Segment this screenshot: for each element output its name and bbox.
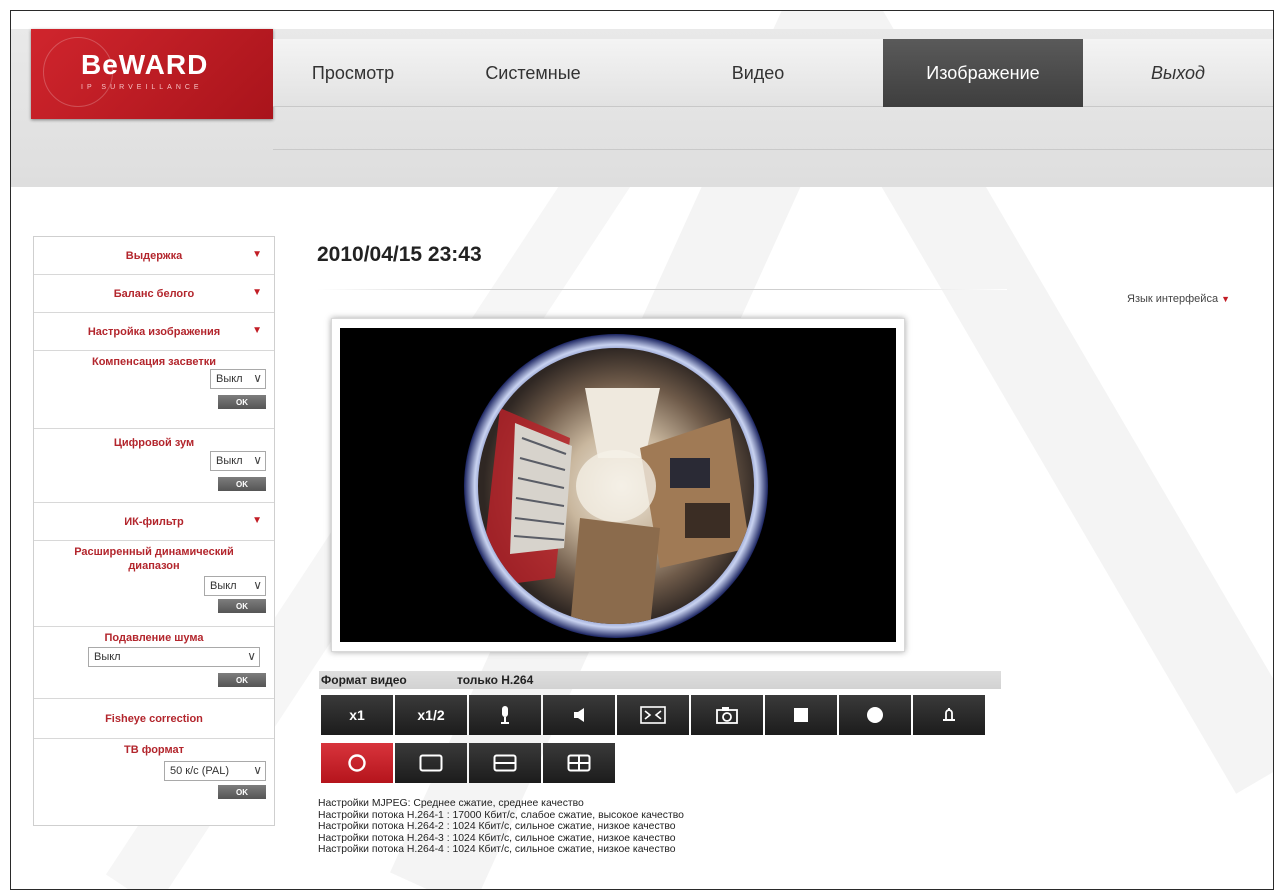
logo-subtitle: IP SURVEILLANCE	[81, 84, 203, 91]
brand-logo: BeWARD IP SURVEILLANCE	[31, 29, 273, 119]
h264-stream3-line: Настройки потока H.264-3 : 1024 Кбит/с, …	[318, 832, 676, 844]
tv-format-ok-button[interactable]: OK	[218, 785, 266, 799]
fit-screen-button[interactable]	[617, 695, 689, 735]
noise-title: Подавление шума	[104, 632, 204, 644]
wdr-value: Выкл	[210, 580, 237, 592]
backlight-block: Компенсация засветки Выкл ∨ OK	[34, 351, 274, 429]
collapse-arrow-icon: ▼	[252, 325, 262, 336]
stop-icon	[794, 708, 808, 722]
dual-view-icon	[493, 754, 517, 772]
exposure-label: Выдержка	[125, 249, 183, 262]
nav-view[interactable]: Просмотр	[273, 39, 433, 107]
stop-button[interactable]	[765, 695, 837, 735]
header-divider	[273, 149, 1273, 150]
nav-video[interactable]: Видео	[633, 39, 883, 107]
camera-datetime: 2010/04/15 23:43	[317, 243, 482, 266]
speaker-button[interactable]	[543, 695, 615, 735]
noise-select[interactable]: Выкл ∨	[88, 647, 260, 667]
logo-text: BeWARD	[81, 49, 209, 80]
backlight-select[interactable]: Выкл ∨	[210, 369, 266, 389]
single-view-button[interactable]	[395, 743, 467, 783]
alarm-bell-icon	[943, 708, 955, 721]
digital-zoom-select[interactable]: Выкл ∨	[210, 451, 266, 471]
expand-arrow-icon: ▼	[252, 515, 262, 526]
chevron-down-icon: ∨	[253, 578, 262, 592]
video-format-label: Формат видео	[321, 673, 407, 687]
nav-logout[interactable]: Выход	[1083, 39, 1273, 107]
white-balance-label: Баланс белого	[113, 287, 195, 300]
chevron-down-icon: ∨	[247, 649, 256, 663]
noise-ok-button[interactable]: OK	[218, 673, 266, 687]
image-settings-label: Настройка изображения	[87, 325, 221, 338]
sidebar-item-ir-filter[interactable]: ИК-фильтр ▼	[34, 503, 274, 541]
mjpeg-settings-line: Настройки MJPEG: Среднее сжатие, среднее…	[318, 798, 584, 809]
main-nav: Просмотр Системные Видео Изображение Вых…	[273, 39, 1273, 107]
expand-arrow-icon: ▼	[252, 287, 262, 298]
language-label: Язык интерфейса	[1127, 293, 1219, 305]
fisheye-circle-icon	[348, 754, 366, 772]
wdr-title: Расширенный динамический диапазон	[74, 546, 234, 572]
quad-view-icon	[567, 754, 591, 772]
wdr-select[interactable]: Выкл ∨	[204, 576, 266, 596]
tv-format-title: ТВ формат	[124, 744, 184, 756]
sidebar-item-fisheye[interactable]: Fisheye correction	[34, 699, 274, 739]
dropdown-arrow-icon: ▼	[1221, 294, 1231, 304]
live-video-view[interactable]	[340, 328, 896, 642]
single-view-icon	[419, 754, 443, 772]
fisheye-image	[464, 334, 768, 638]
settings-sidebar: Выдержка ▼ Баланс белого ▼ Настройка изо…	[33, 236, 275, 826]
tv-format-block: ТВ формат 50 к/с (PAL) ∨ OK	[34, 739, 274, 814]
digital-zoom-title: Цифровой зум	[113, 437, 195, 449]
wdr-ok-button[interactable]: OK	[218, 599, 266, 613]
tv-format-select[interactable]: 50 к/с (PAL) ∨	[164, 761, 266, 781]
chevron-down-icon: ∨	[253, 371, 262, 385]
sidebar-item-image-settings[interactable]: Настройка изображения ▼	[34, 313, 274, 351]
snapshot-button[interactable]	[691, 695, 763, 735]
noise-block: Подавление шума Выкл ∨ OK	[34, 627, 274, 699]
digital-zoom-ok-button[interactable]: OK	[218, 477, 266, 491]
wdr-block: Расширенный динамический диапазон Выкл ∨…	[34, 541, 274, 627]
expand-arrow-icon: ▼	[252, 249, 262, 260]
chevron-down-icon: ∨	[253, 453, 262, 467]
video-format-bar: Формат видео только H.264	[319, 671, 1001, 689]
camera-icon	[716, 707, 738, 724]
language-menu[interactable]: Язык интерфейса ▼	[1127, 293, 1230, 305]
dual-view-button[interactable]	[469, 743, 541, 783]
microphone-icon	[501, 706, 509, 724]
tv-format-value: 50 к/с (PAL)	[170, 765, 230, 777]
quad-view-button[interactable]	[543, 743, 615, 783]
zoom-x1-button[interactable]: x1	[321, 695, 393, 735]
page-frame: BeWARD IP SURVEILLANCE Просмотр Системны…	[10, 10, 1274, 890]
zoom-half-button[interactable]: x1/2	[395, 695, 467, 735]
digital-zoom-value: Выкл	[216, 455, 243, 467]
backlight-value: Выкл	[216, 373, 243, 385]
video-format-value: только H.264	[457, 673, 534, 687]
h264-stream1-line: Настройки потока H.264-1 : 17000 Кбит/с,…	[318, 809, 684, 821]
h264-stream2-line: Настройки потока H.264-2 : 1024 Кбит/с, …	[318, 821, 676, 833]
backlight-ok-button[interactable]: OK	[218, 395, 266, 409]
video-frame	[331, 318, 905, 652]
sidebar-item-exposure[interactable]: Выдержка ▼	[34, 237, 274, 275]
digital-zoom-block: Цифровой зум Выкл ∨ OK	[34, 429, 274, 503]
playback-controls: x1 x1/2	[321, 695, 985, 735]
stream-settings-info: Настройки MJPEG: Среднее сжатие, среднее…	[318, 798, 684, 856]
record-icon	[867, 707, 883, 723]
ir-filter-label: ИК-фильтр	[124, 515, 184, 528]
datetime-divider	[317, 289, 1007, 290]
h264-stream4-line: Настройки потока H.264-4 : 1024 Кбит/с, …	[318, 844, 676, 856]
fit-screen-icon	[640, 706, 666, 724]
fisheye-view-button[interactable]	[321, 743, 393, 783]
alarm-button[interactable]	[913, 695, 985, 735]
backlight-title: Компенсация засветки	[91, 356, 216, 368]
noise-value: Выкл	[94, 651, 121, 663]
record-button[interactable]	[839, 695, 911, 735]
chevron-down-icon: ∨	[253, 763, 262, 777]
speaker-icon	[574, 708, 584, 722]
nav-image[interactable]: Изображение	[883, 39, 1083, 107]
microphone-button[interactable]	[469, 695, 541, 735]
nav-system[interactable]: Системные	[433, 39, 633, 107]
fisheye-label: Fisheye correction	[105, 712, 203, 725]
view-mode-controls	[321, 743, 615, 783]
sidebar-item-white-balance[interactable]: Баланс белого ▼	[34, 275, 274, 313]
